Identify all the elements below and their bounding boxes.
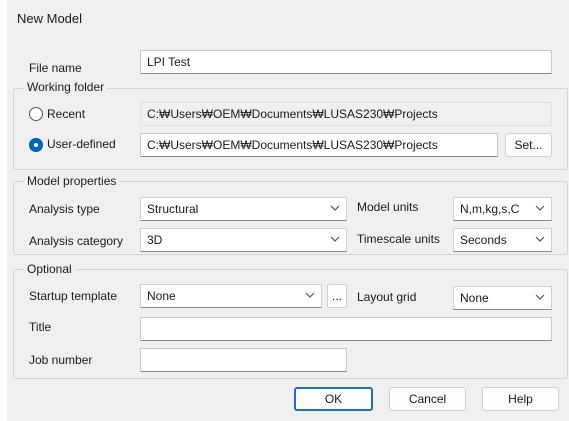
user-defined-folder-field[interactable]: C:₩Users₩OEM₩Documents₩LUSAS230₩Projects xyxy=(140,133,498,157)
dialog-title: New Model xyxy=(17,11,83,26)
layout-grid-label: Layout grid xyxy=(357,290,417,304)
ok-button[interactable]: OK xyxy=(294,387,373,411)
layout-grid-value: None xyxy=(460,291,489,305)
new-model-dialog: New Model File name LPI Test Working fol… xyxy=(7,0,569,421)
chevron-down-icon xyxy=(535,205,545,211)
chevron-down-icon xyxy=(535,236,545,242)
recent-radio[interactable] xyxy=(29,107,43,121)
layout-grid-select[interactable]: None xyxy=(453,286,552,310)
title-input[interactable] xyxy=(140,317,552,341)
recent-folder-field: C:₩Users₩OEM₩Documents₩LUSAS230₩Projects xyxy=(140,102,552,126)
user-defined-radio[interactable] xyxy=(29,138,43,152)
startup-template-label: Startup template xyxy=(29,289,118,303)
file-name-input[interactable]: LPI Test xyxy=(140,50,552,74)
cancel-button[interactable]: Cancel xyxy=(389,387,466,411)
chevron-down-icon xyxy=(305,292,315,298)
working-folder-legend: Working folder xyxy=(24,80,108,94)
timescale-units-value: Seconds xyxy=(460,233,507,247)
timescale-units-label: Timescale units xyxy=(357,232,440,246)
analysis-type-label: Analysis type xyxy=(29,202,100,216)
startup-template-browse-button[interactable]: ... xyxy=(327,284,347,308)
analysis-category-select[interactable]: 3D xyxy=(140,228,347,252)
job-number-input[interactable] xyxy=(140,348,347,372)
chevron-down-icon xyxy=(330,236,340,242)
startup-template-select[interactable]: None xyxy=(140,284,322,308)
analysis-type-value: Structural xyxy=(147,202,199,216)
model-units-label: Model units xyxy=(357,200,419,214)
model-units-select[interactable]: N,m,kg,s,C xyxy=(453,197,552,221)
model-properties-legend: Model properties xyxy=(24,174,120,188)
working-folder-group xyxy=(13,88,568,170)
user-defined-label[interactable]: User-defined xyxy=(47,137,116,151)
recent-label[interactable]: Recent xyxy=(47,107,85,121)
file-name-label: File name xyxy=(29,61,82,75)
analysis-type-select[interactable]: Structural xyxy=(140,197,347,221)
startup-template-value: None xyxy=(147,289,176,303)
chevron-down-icon xyxy=(535,294,545,300)
help-button[interactable]: Help xyxy=(482,387,559,411)
model-units-value: N,m,kg,s,C xyxy=(460,202,520,216)
set-folder-button[interactable]: Set... xyxy=(505,133,552,157)
optional-legend: Optional xyxy=(24,262,75,276)
analysis-category-value: 3D xyxy=(147,233,163,247)
analysis-category-label: Analysis category xyxy=(29,234,124,248)
title-label: Title xyxy=(29,320,52,334)
chevron-down-icon xyxy=(330,205,340,211)
job-number-label: Job number xyxy=(29,353,93,367)
timescale-units-select[interactable]: Seconds xyxy=(453,228,552,252)
